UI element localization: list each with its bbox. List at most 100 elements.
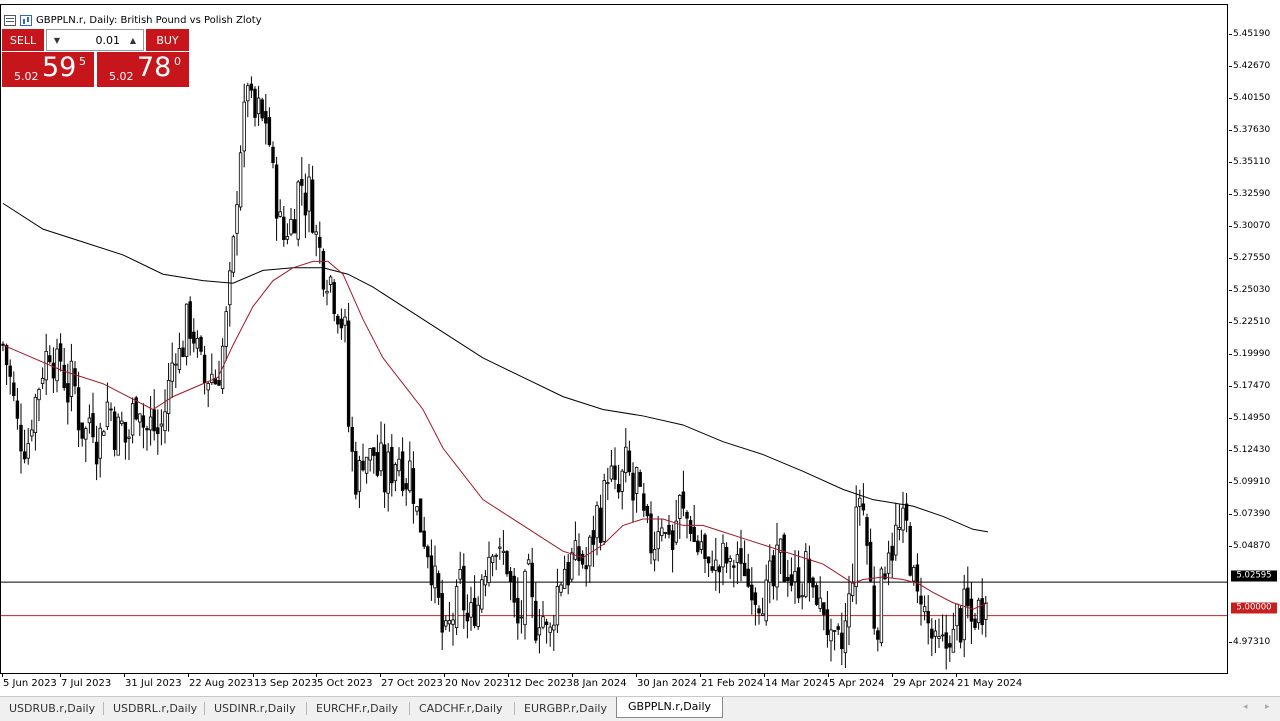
candle-body (764, 579, 768, 622)
tab-usdrub-r-daily[interactable]: USDRUB.r,Daily (9, 699, 95, 718)
candle-body (872, 585, 876, 629)
moving-average-slow (2, 202, 989, 533)
tab-cadchf-r-daily[interactable]: CADCHF.r,Daily (419, 699, 503, 718)
buy-price-quote[interactable]: 5.02 78 0 (97, 52, 189, 87)
arrow-up-icon[interactable]: ▲ (123, 30, 143, 50)
candle-body (771, 555, 776, 587)
candle-body (163, 411, 167, 432)
candle-body (526, 559, 531, 565)
candle-body (627, 450, 632, 473)
price-tick (1229, 130, 1232, 131)
candle-body (4, 344, 9, 366)
candle-body (876, 630, 880, 640)
price-label: 5.25030 (1233, 285, 1271, 295)
chart-window[interactable]: GBPPLN.r, Daily: British Pound vs Polish… (0, 4, 1228, 674)
chevron-left-icon[interactable]: ◂ (1243, 702, 1248, 712)
sell-price-quote[interactable]: 5.02 59 5 (2, 52, 94, 87)
price-label: 5.14950 (1233, 413, 1271, 423)
price-label: 5.22510 (1233, 317, 1271, 327)
price-label: 5.19990 (1233, 349, 1271, 359)
price-tick (1229, 194, 1232, 195)
tab-separator (204, 702, 205, 715)
candle-body (674, 520, 678, 543)
candle-body (580, 553, 585, 565)
candle-body (667, 524, 671, 535)
tab-eurgbp-r-daily[interactable]: EURGBP.r,Daily (524, 699, 607, 718)
tab-usdbrl-r-daily[interactable]: USDBRL.r,Daily (113, 699, 197, 718)
candle-body (465, 612, 470, 622)
candle-body (706, 556, 711, 564)
candle-body (660, 527, 664, 536)
lot-size-stepper[interactable]: ▼ ▲ (46, 29, 144, 51)
candle-body (242, 101, 246, 152)
candle-body (300, 178, 304, 186)
price-label: 5.32590 (1233, 189, 1271, 199)
time-axis[interactable]: 5 Jun 2023 7 Jul 2023 31 Jul 2023 22 Aug 20… (0, 674, 1228, 694)
candle-body (757, 608, 761, 614)
price-tick (1229, 546, 1232, 547)
candle-body (40, 377, 45, 384)
candle-body (12, 382, 16, 397)
candle-body (328, 276, 333, 285)
time-label: 5 Oct 2023 (317, 678, 373, 689)
candle-body (832, 630, 837, 632)
chart-type-icon[interactable] (20, 14, 32, 26)
sell-button[interactable]: SELL (2, 29, 44, 51)
candle-body (303, 192, 308, 216)
candle-body (84, 428, 88, 440)
candle-body (631, 472, 635, 501)
candle-body (894, 524, 898, 556)
candles-group (1, 76, 988, 670)
candle-body (688, 520, 693, 534)
candle-body (548, 626, 552, 633)
chevron-right-icon[interactable]: ▸ (1265, 702, 1270, 712)
candle-body (562, 568, 567, 589)
menu-icon[interactable] (4, 14, 16, 26)
candle-body (573, 540, 578, 560)
candle-body (400, 451, 405, 491)
candle-body (332, 282, 336, 314)
time-label: 7 Jul 2023 (61, 678, 112, 689)
candle-body (570, 552, 574, 580)
price-tick (1229, 226, 1232, 227)
candle-body (271, 146, 275, 164)
lot-size-input[interactable] (67, 33, 123, 47)
candle-body (498, 546, 502, 549)
dropdown-arrow-icon[interactable]: ▼ (47, 30, 67, 50)
time-tick (700, 674, 701, 677)
candle-body (296, 181, 300, 240)
price-chart[interactable] (1, 5, 1227, 673)
candle-body (318, 236, 322, 248)
candle-body (958, 608, 963, 643)
price-tick (1229, 162, 1232, 163)
candle-body (904, 503, 909, 521)
candle-body (786, 577, 790, 582)
candle-body (231, 236, 236, 273)
chart-title: GBPPLN.r, Daily: British Pound vs Polish… (36, 14, 262, 26)
tab-eurchf-r-daily[interactable]: EURCHF.r,Daily (316, 699, 398, 718)
price-label: 5.04870 (1233, 541, 1271, 551)
price-tick (1229, 322, 1232, 323)
sell-price-big: 59 (42, 52, 77, 83)
candle-body (670, 530, 675, 550)
level-price-tag: 5.00000 (1231, 602, 1277, 614)
candle-body (721, 542, 725, 568)
candle-body (314, 231, 318, 235)
candle-body (282, 216, 286, 241)
time-tick (444, 674, 445, 677)
tab-gbppln-r-daily[interactable]: GBPPLN.r,Daily (616, 697, 724, 718)
candle-body (984, 602, 988, 620)
time-tick (508, 674, 509, 677)
price-axis[interactable]: 5.45190 5.42670 5.40150 5.37630 5.35110 5.325… (1229, 0, 1280, 675)
buy-button[interactable]: BUY (146, 29, 189, 51)
candle-body (235, 204, 239, 234)
candle-body (217, 380, 221, 386)
price-tick (1229, 482, 1232, 483)
tab-usdinr-r-daily[interactable]: USDINR.r,Daily (214, 699, 296, 718)
candle-body (508, 571, 513, 583)
candle-body (462, 565, 466, 611)
candle-body (750, 584, 754, 601)
candle-body (145, 428, 149, 431)
candle-body (663, 532, 668, 534)
time-label: 21 Feb 2024 (701, 678, 764, 689)
